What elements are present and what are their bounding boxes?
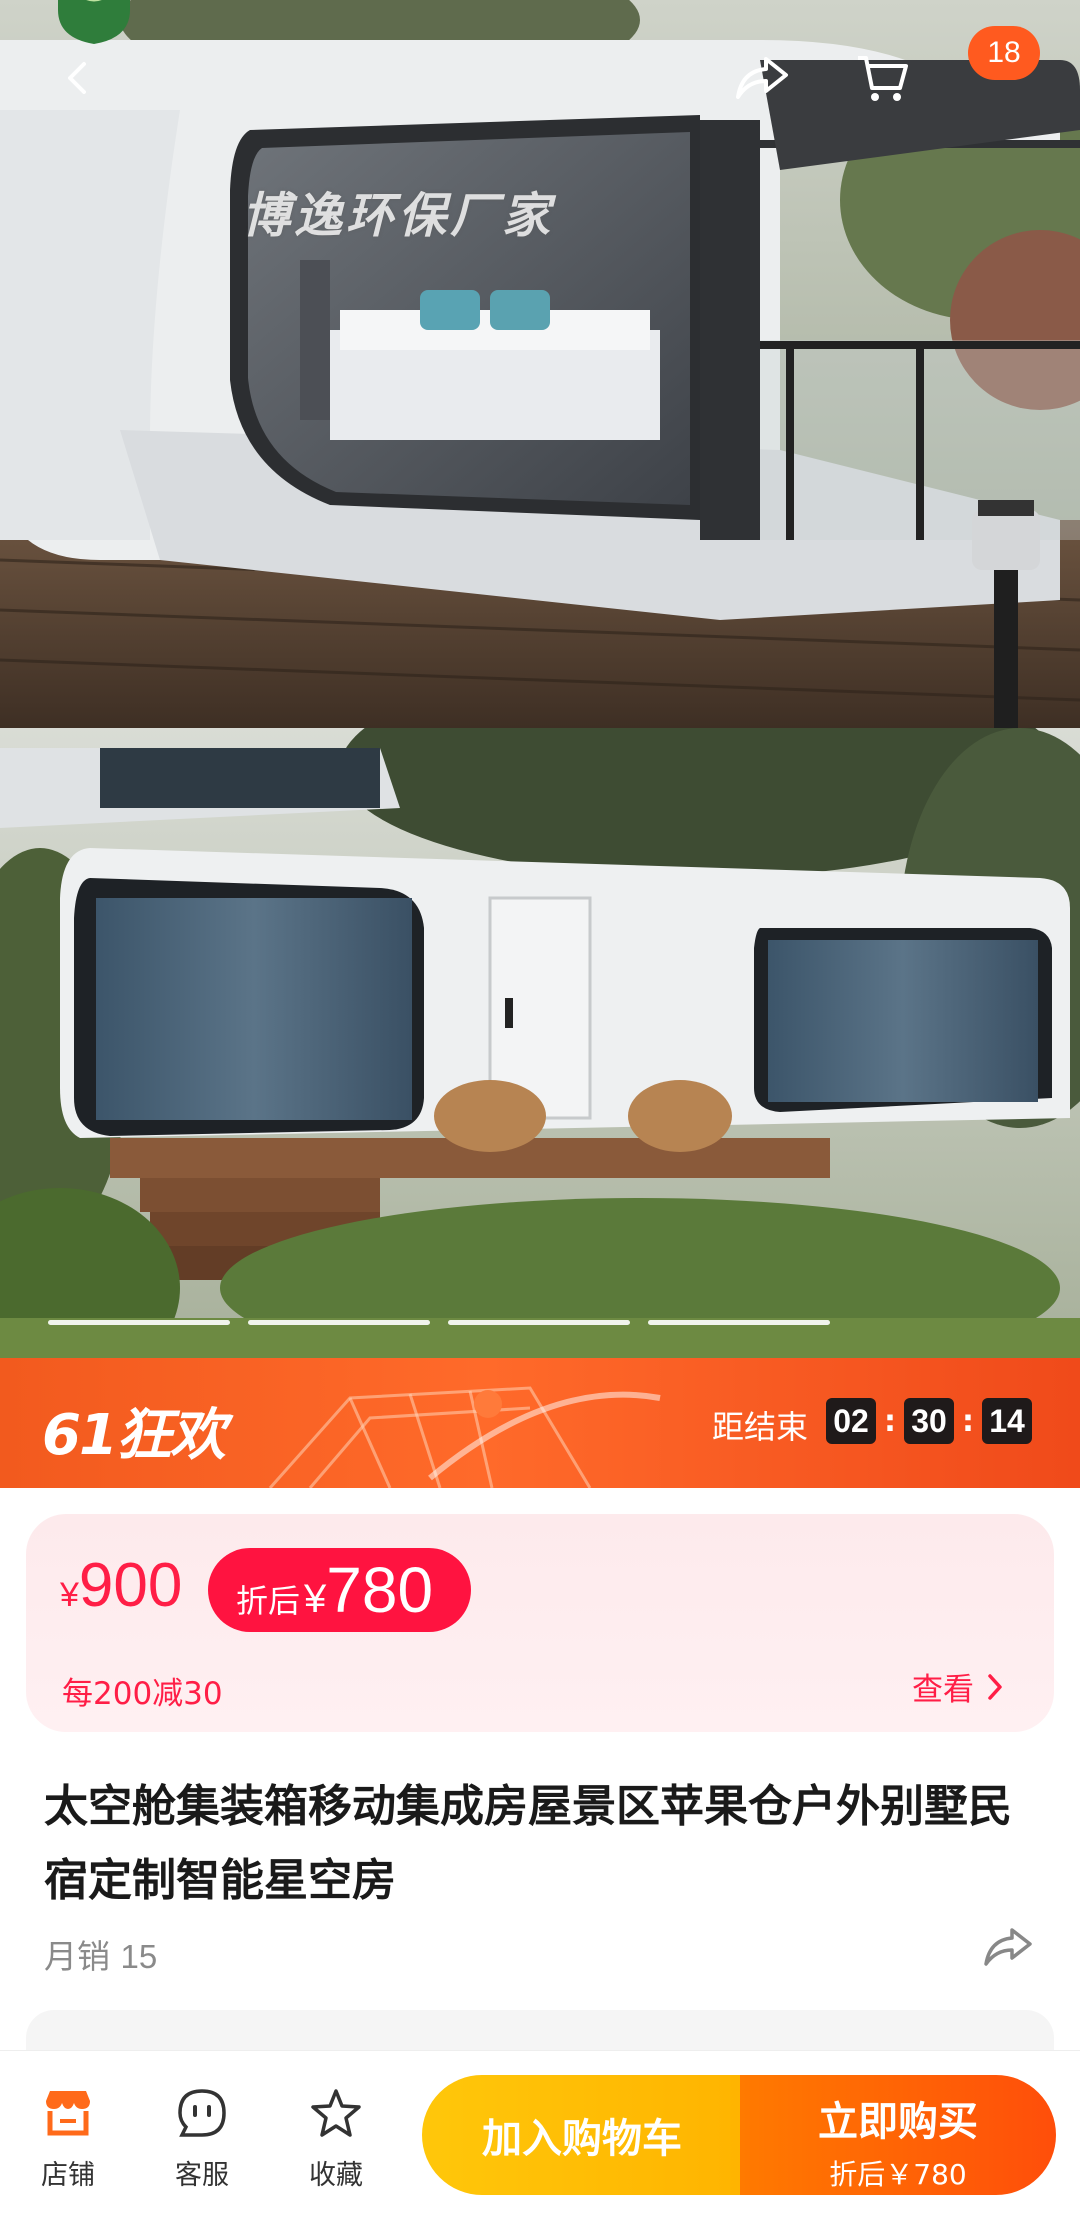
countdown-label: 距结束 [712, 1408, 809, 1446]
gallery-indicator [48, 1320, 830, 1325]
back-button[interactable] [36, 36, 120, 120]
currency-symbol: ¥ [304, 1577, 327, 1621]
share-product-button[interactable] [980, 1920, 1040, 1980]
coupon-text: 每200减30 [62, 1676, 223, 1712]
customer-service-button[interactable]: 客服 [152, 2083, 252, 2192]
monthly-sales-count: 15 [120, 1938, 158, 1975]
product-title: 太空舱集装箱移动集成房屋景区苹果仓户外别墅民宿定制智能星空房 [44, 1781, 1012, 1906]
cart-button[interactable] [840, 36, 924, 120]
bottom-action-bar: 店铺 客服 收藏 加入购物车 立即购买 折后￥780 [0, 2050, 1080, 2214]
shop-label: 店铺 [41, 2160, 95, 2191]
image-watermark: 博逸环保厂家 [242, 188, 555, 244]
chevron-right-icon [988, 1673, 1002, 1700]
view-coupon-link[interactable]: 查看 [912, 1664, 1004, 1709]
gallery-dot [48, 1320, 230, 1325]
view-coupon-label: 查看 [912, 1672, 974, 1708]
buy-now-price: 折后￥780 [829, 2158, 967, 2191]
product-detail-page: 博逸环保厂家 18 61狂欢 距结束 02: 30: 14 ¥900 折后 … [0, 0, 1080, 2214]
favorite-button[interactable]: 收藏 [286, 2083, 386, 2192]
gallery-dot [648, 1320, 830, 1325]
price-card: ¥900 折后 ¥780 每200减30 查看 [26, 1514, 1054, 1732]
countdown-timer: 02 : 30 : 14 [826, 1398, 1032, 1444]
discounted-price-label: 折后 [236, 1582, 301, 1620]
countdown-minutes: 30 [904, 1398, 954, 1444]
promo-title: 61狂欢 [42, 1403, 226, 1468]
countdown-seconds: 14 [982, 1398, 1032, 1444]
add-to-cart-button[interactable]: 加入购物车 [422, 2075, 742, 2195]
product-photo-2[interactable] [0, 728, 1080, 1358]
gallery-dot [448, 1320, 630, 1325]
star-icon [311, 2089, 361, 2137]
promo-decoration [268, 1386, 661, 1488]
favorite-label: 收藏 [309, 2160, 363, 2191]
discounted-price-pill: 折后 ¥780 [208, 1548, 472, 1632]
chat-icon [178, 2089, 226, 2137]
chevron-left-icon [68, 62, 86, 94]
share-icon [736, 57, 788, 99]
shop-button[interactable]: 店铺 [18, 2083, 118, 2192]
promo-banner: 61狂欢 距结束 02 : 30 : 14 [0, 1358, 1080, 1488]
share-icon [984, 1928, 1032, 1966]
buy-now-button[interactable]: 立即购买 折后￥780 [740, 2075, 1056, 2195]
currency-symbol: ¥ [60, 1576, 79, 1614]
cart-count-badge: 18 [968, 26, 1040, 80]
customer-service-label: 客服 [175, 2160, 229, 2191]
countdown-hours: 02 [826, 1398, 876, 1444]
countdown-separator: : [962, 1403, 974, 1439]
original-price: ¥900 [60, 1550, 182, 1621]
gallery-dot [248, 1320, 430, 1325]
share-button[interactable] [720, 36, 804, 120]
add-to-cart-label: 加入购物车 [482, 2116, 682, 2162]
monthly-sales-label: 月销 [44, 1937, 110, 1976]
monthly-sales: 月销 15 [44, 1930, 157, 1978]
cart-icon [858, 56, 908, 101]
buy-now-label: 立即购买 [818, 2099, 978, 2145]
product-image-gallery[interactable]: 博逸环保厂家 18 [0, 0, 1080, 1358]
shop-icon [46, 2091, 90, 2136]
original-price-value: 900 [78, 1551, 183, 1620]
discounted-price-value: 780 [326, 1554, 434, 1626]
countdown-separator: : [884, 1403, 896, 1439]
